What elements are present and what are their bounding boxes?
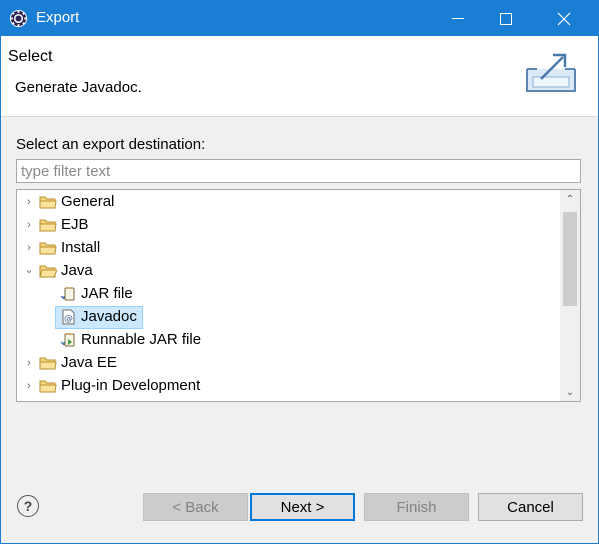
chevron-right-icon[interactable]: › bbox=[24, 242, 34, 254]
tree-item-label: Javadoc bbox=[81, 308, 137, 325]
back-button[interactable]: < Back bbox=[143, 493, 248, 521]
tree-item-label: General bbox=[61, 193, 115, 210]
destination-prompt: Select an export destination: bbox=[16, 136, 206, 153]
chevron-right-icon[interactable]: › bbox=[24, 380, 34, 392]
folder-icon bbox=[39, 219, 57, 232]
cancel-button[interactable]: Cancel bbox=[478, 493, 583, 521]
folder-icon bbox=[39, 357, 57, 370]
tree-item-label: Java bbox=[61, 262, 93, 279]
page-title: Select bbox=[8, 48, 53, 65]
scrollbar-thumb[interactable] bbox=[563, 212, 577, 306]
scroll-down-arrow-icon[interactable]: ⌄ bbox=[560, 383, 580, 401]
tree-item-install[interactable]: › Install bbox=[17, 237, 557, 260]
scroll-up-arrow-icon[interactable]: ⌃ bbox=[560, 190, 580, 208]
title-bar[interactable]: Export bbox=[1, 1, 598, 36]
tree-item-label: EJB bbox=[61, 216, 89, 233]
page-description: Generate Javadoc. bbox=[15, 79, 142, 96]
tree-item-plug-in-development[interactable]: › Plug-in Development bbox=[17, 375, 557, 398]
maximize-icon bbox=[500, 12, 512, 25]
vertical-scrollbar[interactable]: ⌃ ⌄ bbox=[560, 190, 580, 401]
runnable-jar-icon bbox=[60, 333, 75, 347]
close-button[interactable] bbox=[541, 1, 587, 36]
next-button[interactable]: Next > bbox=[250, 493, 355, 521]
folder-icon bbox=[39, 242, 57, 255]
tree-item-ejb[interactable]: › EJB bbox=[17, 214, 557, 237]
tree-item-runnable-jar-file[interactable]: Runnable JAR file bbox=[17, 329, 557, 352]
export-dialog: Export Select Generate Javadoc. Select a… bbox=[0, 0, 599, 544]
finish-button[interactable]: Finish bbox=[364, 493, 469, 521]
svg-text:@: @ bbox=[64, 314, 73, 324]
tree-item-javadoc[interactable]: @ Javadoc bbox=[17, 306, 557, 329]
chevron-right-icon[interactable]: › bbox=[24, 357, 34, 369]
jar-icon bbox=[60, 287, 75, 301]
chevron-right-icon[interactable]: › bbox=[24, 219, 34, 231]
tree-item-label: Install bbox=[61, 239, 101, 256]
close-icon bbox=[557, 12, 571, 25]
destination-tree[interactable]: › General › EJB › Install ⌄ Java JAR fil… bbox=[16, 189, 581, 402]
tree-item-label: JAR file bbox=[81, 285, 133, 302]
maximize-button[interactable] bbox=[483, 1, 529, 36]
export-banner-icon bbox=[526, 53, 576, 92]
wizard-header: Select Generate Javadoc. bbox=[1, 36, 598, 117]
minimize-icon bbox=[452, 18, 464, 19]
tree-item-general[interactable]: › General bbox=[17, 191, 557, 214]
tree-item-jar-file[interactable]: JAR file bbox=[17, 283, 557, 306]
eclipse-app-icon bbox=[9, 9, 28, 28]
window-title: Export bbox=[36, 9, 80, 26]
tree-item-label: Runnable JAR file bbox=[81, 331, 202, 348]
chevron-down-icon[interactable]: ⌄ bbox=[24, 264, 34, 276]
tree-item-label: Plug-in Development bbox=[61, 377, 201, 394]
folder-icon bbox=[39, 380, 57, 393]
folder-icon bbox=[39, 196, 57, 209]
help-icon[interactable]: ? bbox=[17, 495, 39, 517]
tree-item-java-ee[interactable]: › Java EE bbox=[17, 352, 557, 375]
javadoc-icon: @ bbox=[62, 309, 75, 325]
chevron-right-icon[interactable]: › bbox=[24, 196, 34, 208]
folder-open-icon bbox=[39, 265, 57, 278]
filter-input[interactable] bbox=[16, 159, 581, 183]
tree-item-java[interactable]: ⌄ Java bbox=[17, 260, 557, 283]
minimize-button[interactable] bbox=[435, 1, 481, 36]
tree-item-label: Java EE bbox=[61, 354, 117, 371]
